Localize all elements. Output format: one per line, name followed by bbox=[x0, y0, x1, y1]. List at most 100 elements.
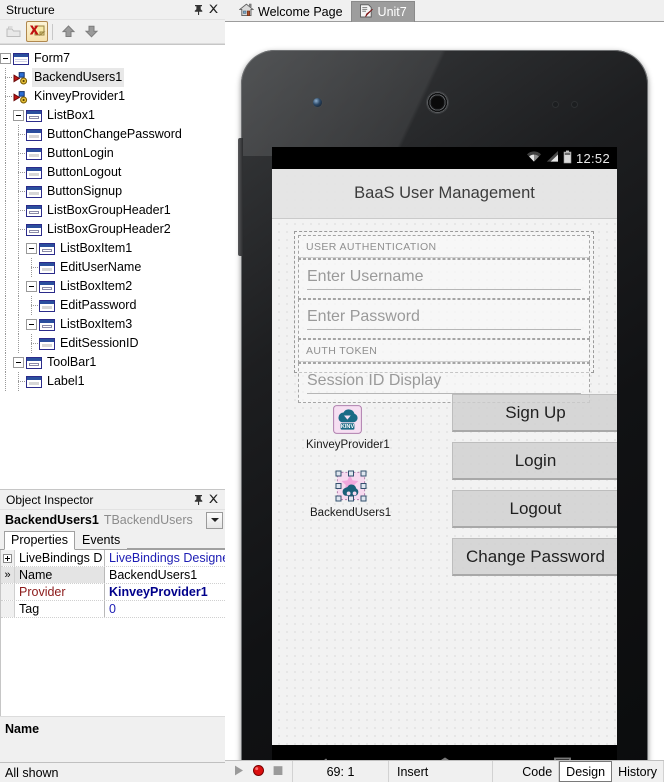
property-value[interactable]: BackendUsers1 bbox=[105, 567, 225, 583]
tree-node-label1[interactable]: Label1 bbox=[0, 372, 225, 391]
tree-expander[interactable] bbox=[0, 53, 11, 64]
listboxitem2-component[interactable]: Enter Password bbox=[298, 299, 590, 339]
property-name: Name bbox=[15, 567, 105, 583]
move-down-icon[interactable] bbox=[80, 21, 102, 42]
tree-expander[interactable] bbox=[26, 243, 37, 254]
new-item-icon[interactable] bbox=[3, 21, 25, 42]
listbox1-component[interactable]: USER AUTHENTICATION Enter Username Enter… bbox=[294, 231, 594, 403]
tree-node-label: BackendUsers1 bbox=[32, 68, 125, 87]
view-tab-code[interactable]: Code bbox=[516, 761, 560, 782]
tree-node-buttonlogout[interactable]: ButtonLogout bbox=[0, 163, 225, 182]
group-header-1-label: USER AUTHENTICATION bbox=[299, 236, 589, 258]
tree-guide bbox=[13, 220, 26, 239]
tree-node-label: ListBox1 bbox=[47, 108, 95, 122]
toolbar1-component[interactable]: BaaS User Management bbox=[272, 169, 617, 219]
tree-node-form7[interactable]: Form7 bbox=[0, 49, 225, 68]
buttonlogout-label: Logout bbox=[509, 498, 562, 518]
listboxgroupheader1-component[interactable]: USER AUTHENTICATION bbox=[298, 235, 590, 259]
tree-guide bbox=[13, 277, 26, 296]
object-inspector-status: All shown bbox=[0, 762, 225, 782]
tab-events[interactable]: Events bbox=[75, 531, 127, 550]
tab-properties[interactable]: Properties bbox=[4, 531, 75, 550]
property-grid[interactable]: LiveBindings D LiveBindings Designer» Name… bbox=[0, 550, 225, 716]
form-canvas[interactable]: BaaS User Management USER AUTHENTICATION… bbox=[272, 169, 617, 745]
property-row[interactable]: Tag 0 bbox=[1, 601, 225, 618]
buttonlogin-component[interactable]: Login bbox=[452, 442, 617, 480]
tree-guide bbox=[26, 296, 39, 315]
tree-node-listboxgroupheader1[interactable]: ListBoxGroupHeader1 bbox=[0, 201, 225, 220]
control-icon bbox=[39, 338, 55, 350]
property-row[interactable]: Provider KinveyProvider1 bbox=[1, 584, 225, 601]
editpassword-component[interactable]: Enter Password bbox=[307, 308, 581, 330]
expand-property-icon[interactable] bbox=[3, 553, 12, 563]
ide-window: Structure Form7 BackendUsers1 KinveyProv… bbox=[0, 0, 664, 782]
kinveyprovider1-component[interactable]: KINV KinveyProvider1 bbox=[306, 405, 390, 451]
editusername-component[interactable]: Enter Username bbox=[307, 268, 581, 290]
tree-guide bbox=[13, 144, 26, 163]
proximity-sensor-icon bbox=[553, 102, 585, 107]
delete-item-icon[interactable] bbox=[26, 21, 48, 42]
buttonchangepassword-component[interactable]: Change Password bbox=[452, 538, 617, 576]
buttonsignup-label: Sign Up bbox=[505, 402, 566, 422]
run-controls bbox=[225, 761, 293, 782]
device-screen[interactable]: 12:52 BaaS User Management USER AUTHENTI… bbox=[272, 147, 617, 745]
property-row[interactable]: » Name BackendUsers1 bbox=[1, 567, 225, 584]
volume-rocker-icon bbox=[238, 138, 243, 256]
tree-node-listboxitem3[interactable]: ListBoxItem3 bbox=[0, 315, 225, 334]
tree-node-label: ListBoxGroupHeader1 bbox=[47, 203, 171, 217]
editsessionid-component[interactable]: Session ID Display bbox=[307, 372, 581, 394]
tree-node-buttonchangepassword[interactable]: ButtonChangePassword bbox=[0, 125, 225, 144]
tree-node-buttonlogin[interactable]: ButtonLogin bbox=[0, 144, 225, 163]
panel-icon bbox=[26, 357, 42, 369]
tree-node-editusername[interactable]: EditUserName bbox=[0, 258, 225, 277]
tree-node-buttonsignup[interactable]: ButtonSignup bbox=[0, 182, 225, 201]
structure-toolbar bbox=[0, 20, 225, 44]
buttonsignup-component[interactable]: Sign Up bbox=[452, 394, 617, 432]
pin-icon[interactable] bbox=[191, 2, 206, 17]
listboxgroupheader2-component[interactable]: AUTH TOKEN bbox=[298, 339, 590, 363]
property-value[interactable]: LiveBindings Designer bbox=[105, 550, 225, 566]
tree-expander[interactable] bbox=[13, 110, 24, 121]
run-icon[interactable] bbox=[233, 764, 245, 780]
listboxitem1-component[interactable]: Enter Username bbox=[298, 259, 590, 299]
chevron-down-icon[interactable] bbox=[206, 511, 223, 529]
object-selector[interactable]: BackendUsers1 TBackendUsers bbox=[0, 510, 225, 530]
view-tab-design[interactable]: Design bbox=[559, 761, 613, 782]
property-row[interactable]: LiveBindings D LiveBindings Designer bbox=[1, 550, 225, 567]
tab-unit7-label: Unit7 bbox=[377, 5, 407, 19]
left-docked-panels: Structure Form7 BackendUsers1 KinveyProv… bbox=[0, 0, 225, 782]
close-icon[interactable] bbox=[206, 492, 221, 507]
tab-welcome-page[interactable]: Welcome Page bbox=[231, 1, 351, 22]
tree-guide bbox=[0, 277, 13, 296]
breakpoint-icon[interactable] bbox=[252, 764, 265, 780]
tree-node-listboxitem1[interactable]: ListBoxItem1 bbox=[0, 239, 225, 258]
close-icon[interactable] bbox=[206, 2, 221, 17]
tree-node-backendusers1[interactable]: BackendUsers1 bbox=[0, 68, 225, 87]
tree-node-editpassword[interactable]: EditPassword bbox=[0, 296, 225, 315]
tree-node-editsessionid[interactable]: EditSessionID bbox=[0, 334, 225, 353]
form-designer-canvas[interactable]: 12:52 BaaS User Management USER AUTHENTI… bbox=[225, 22, 664, 760]
backendusers1-component[interactable]: BackendUsers1 bbox=[310, 470, 391, 519]
structure-tree-panel[interactable]: Form7 BackendUsers1 KinveyProvider1 ListBox… bbox=[0, 44, 225, 490]
property-value[interactable]: KinveyProvider1 bbox=[105, 584, 225, 600]
tree-node-listboxgroupheader2[interactable]: ListBoxGroupHeader2 bbox=[0, 220, 225, 239]
tree-node-listbox1[interactable]: ListBox1 bbox=[0, 106, 225, 125]
buttonlogout-component[interactable]: Logout bbox=[452, 490, 617, 528]
property-value[interactable]: 0 bbox=[105, 601, 225, 617]
tab-unit7[interactable]: Unit7 bbox=[350, 1, 415, 22]
label1-component: BaaS User Management bbox=[354, 184, 535, 202]
tree-node-kinveyprovider1[interactable]: KinveyProvider1 bbox=[0, 87, 225, 106]
insert-mode: Insert bbox=[389, 761, 493, 782]
battery-icon bbox=[563, 150, 572, 167]
tree-expander[interactable] bbox=[13, 357, 24, 368]
move-up-icon[interactable] bbox=[57, 21, 79, 42]
tree-node-toolbar1[interactable]: ToolBar1 bbox=[0, 353, 225, 372]
tree-node-label: ButtonLogout bbox=[47, 165, 122, 179]
pin-icon[interactable] bbox=[191, 492, 206, 507]
tree-expander[interactable] bbox=[26, 281, 37, 292]
view-tab-history[interactable]: History bbox=[612, 761, 664, 782]
tree-expander[interactable] bbox=[26, 319, 37, 330]
panel-icon bbox=[39, 319, 55, 331]
tree-node-listboxitem2[interactable]: ListBoxItem2 bbox=[0, 277, 225, 296]
stop-icon[interactable] bbox=[272, 764, 284, 780]
